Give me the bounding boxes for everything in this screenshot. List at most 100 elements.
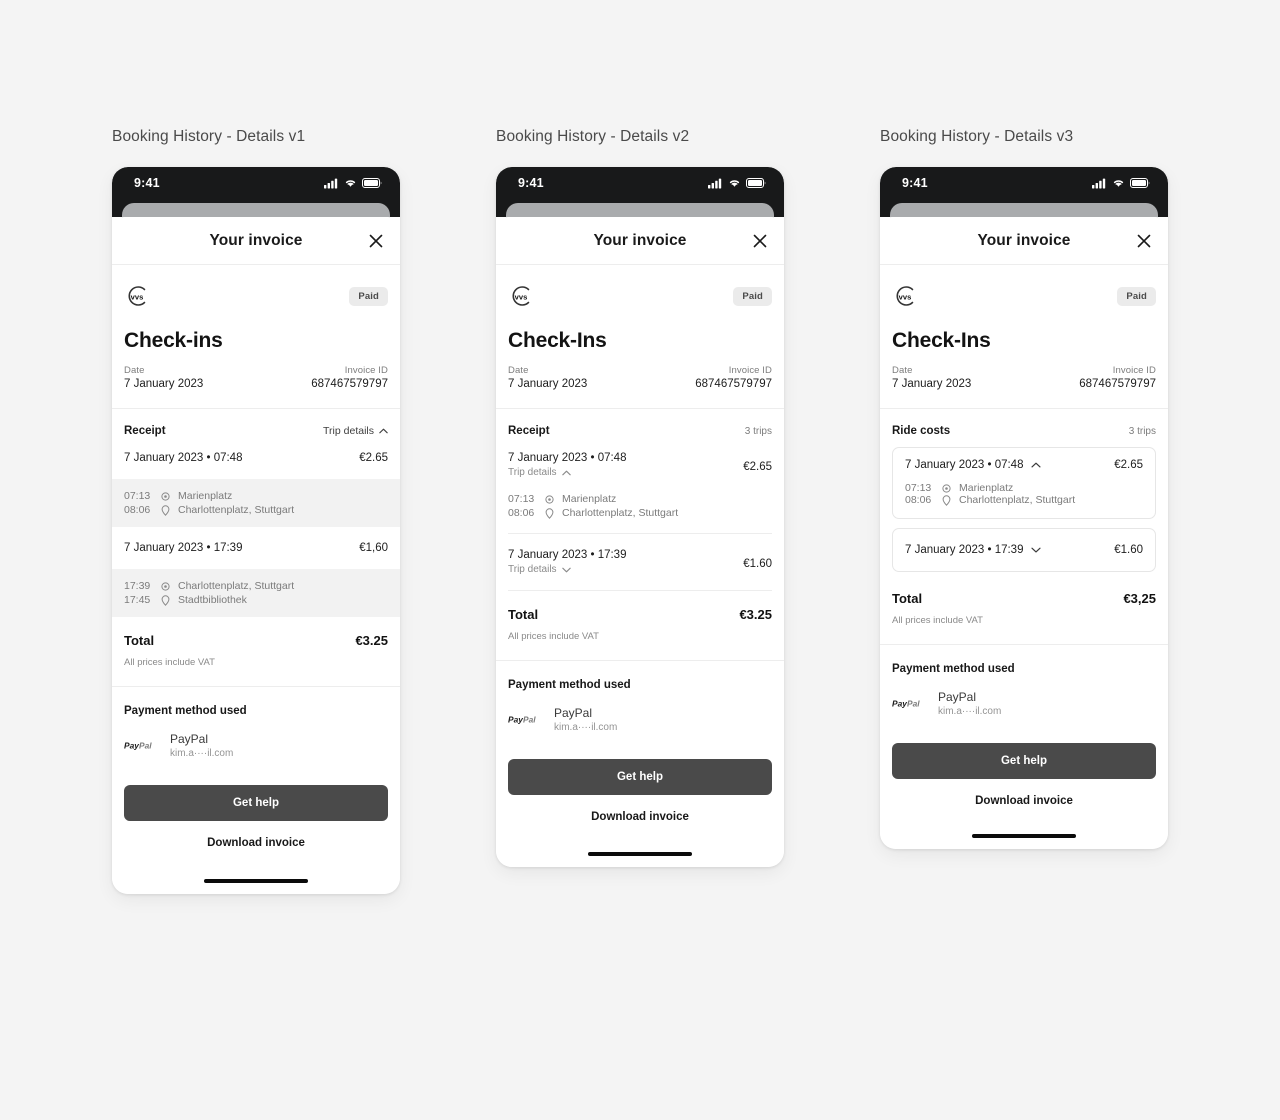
date-label: Date (508, 365, 529, 376)
sheet-header: Your invoice (112, 217, 400, 265)
leg-place: Stadtbibliothek (178, 594, 247, 606)
trip-date: 7 January 2023 • 07:48 (124, 452, 243, 464)
invoice-id-value: 687467579797 (1079, 378, 1156, 390)
invoice-id-value: 687467579797 (311, 378, 388, 390)
status-icons (708, 178, 766, 189)
cellular-signal-icon (708, 178, 722, 188)
close-icon[interactable] (1133, 230, 1155, 252)
total-value: €3.25 (739, 607, 772, 622)
phone-frame-v3: 9:41 Your invoice vvs Paid Check-Ins Dat… (880, 167, 1168, 849)
trip-row[interactable]: 7 January 2023 • 17:39 Trip details €1.6… (496, 534, 784, 590)
date-value: 7 January 2023 (892, 378, 972, 390)
payment-account: kim.a····il.com (170, 748, 234, 759)
screenshot-canvas: Booking History - Details v1 9:41 Your i… (0, 0, 1280, 1120)
payment-method-text: PayPal kim.a····il.com (938, 690, 1001, 717)
download-invoice-button[interactable]: Download invoice (591, 811, 689, 823)
trip-leg: 07:13 Marienplatz (124, 490, 388, 502)
sheet-title: Your invoice (593, 231, 687, 249)
status-time: 9:41 (134, 175, 160, 190)
invoice-id-label: Invoice ID (344, 365, 388, 376)
trip-details-label: Trip details (508, 467, 557, 478)
trip-card-left: 7 January 2023 • 07:48 (905, 459, 1042, 471)
trip-amount: €1.60 (1114, 544, 1143, 556)
get-help-button[interactable]: Get help (892, 743, 1156, 779)
leg-place: Marienplatz (562, 493, 617, 505)
svg-text:Pal: Pal (907, 699, 920, 709)
get-help-button[interactable]: Get help (124, 785, 388, 821)
leg-time: 08:06 (124, 504, 151, 516)
trip-leg: 08:06 Charlottenplatz, Stuttgart (508, 507, 772, 519)
vat-note: All prices include VAT (124, 657, 215, 668)
total-value: €3,25 (1123, 591, 1156, 606)
invoice-sheet: Your invoice vvs Paid (880, 217, 1168, 849)
trip-card-header[interactable]: 7 January 2023 • 07:48 €2.65 (905, 459, 1143, 471)
get-help-button[interactable]: Get help (508, 759, 772, 795)
close-icon[interactable] (749, 230, 771, 252)
invoice-id-label: Invoice ID (1112, 365, 1156, 376)
receipt-header: Receipt 3 trips (496, 409, 784, 437)
map-pin-icon (544, 507, 555, 519)
trip-card-left: 7 January 2023 • 17:39 (905, 544, 1042, 556)
mockup-v2: Booking History - Details v2 9:41 Your i… (496, 128, 784, 867)
page-title: Check-ins (124, 329, 223, 352)
leg-time: 07:13 (905, 482, 932, 494)
trip-card[interactable]: 7 January 2023 • 07:48 €2.65 07:13 Marie… (892, 447, 1156, 519)
trip-row[interactable]: 7 January 2023 • 07:48 €2.65 (112, 437, 400, 479)
download-invoice-button[interactable]: Download invoice (207, 837, 305, 849)
svg-text:vvs: vvs (515, 292, 528, 301)
trip-card-header[interactable]: 7 January 2023 • 17:39 €1.60 (905, 544, 1143, 556)
payment-heading: Payment method used (508, 679, 631, 691)
trip-row[interactable]: 7 January 2023 • 07:48 Trip details €2.6… (496, 437, 784, 493)
sheet-header: Your invoice (496, 217, 784, 265)
close-icon[interactable] (365, 230, 387, 252)
status-bar: 9:41 (496, 167, 784, 203)
map-pin-icon (941, 494, 952, 506)
chevron-down-icon[interactable] (1031, 547, 1042, 553)
leg-time: 07:13 (508, 493, 535, 505)
receipt-header: Receipt Trip details (112, 409, 400, 437)
invoice-sheet: Your invoice vvs Paid (496, 217, 784, 867)
date-label: Date (892, 365, 913, 376)
trip-count-label: 3 trips (744, 425, 772, 437)
trip-details-toggle[interactable]: Trip details (508, 467, 626, 478)
mockup-caption-v2: Booking History - Details v2 (496, 128, 690, 145)
payment-method-row[interactable]: Pay Pal PayPal kim.a····il.com (496, 691, 784, 733)
status-badge: Paid (349, 286, 388, 306)
trip-date: 7 January 2023 • 17:39 (124, 542, 243, 554)
payment-provider: PayPal (554, 706, 593, 720)
paypal-logo-icon: Pay Pal (124, 740, 158, 751)
brand-row: vvs Paid (880, 265, 1168, 309)
status-bar: 9:41 (112, 167, 400, 203)
date-label: Date (124, 365, 145, 376)
trip-main: 7 January 2023 • 17:39 Trip details (508, 549, 626, 575)
mockup-v3: Booking History - Details v3 9:41 Your i… (880, 128, 1168, 849)
chevron-up-icon (561, 470, 571, 475)
trip-legs: 07:13 Marienplatz 08:06 Charlottenplatz,… (496, 493, 784, 533)
svg-text:Pay: Pay (124, 741, 139, 751)
download-invoice-button[interactable]: Download invoice (975, 795, 1073, 807)
wifi-icon (1113, 180, 1124, 187)
payment-method-row[interactable]: Pay Pal PayPal kim.a····il.com (112, 717, 400, 759)
sheet-peek (880, 203, 1168, 227)
trip-amount: €2.65 (359, 452, 388, 464)
trip-details-toggle[interactable]: Trip details (323, 425, 388, 437)
status-icons (324, 178, 382, 189)
svg-text:vvs: vvs (131, 292, 144, 301)
chevron-up-icon[interactable] (1031, 462, 1042, 468)
payment-heading: Payment method used (124, 705, 247, 717)
payment-account: kim.a····il.com (554, 722, 618, 733)
invoice-id-label: Invoice ID (728, 365, 772, 376)
trip-row[interactable]: 7 January 2023 • 17:39 €1,60 (112, 527, 400, 569)
trip-leg: 08:06 Charlottenplatz, Stuttgart (905, 494, 1143, 506)
circle-dot-icon (941, 483, 952, 493)
sheet-peek (112, 203, 400, 227)
leg-time: 08:06 (508, 507, 535, 519)
brand-row: vvs Paid (112, 265, 400, 309)
trip-details-toggle[interactable]: Trip details (508, 564, 626, 575)
payment-method-row[interactable]: Pay Pal PayPal kim.a····il.com (880, 675, 1168, 717)
wifi-icon (345, 180, 356, 187)
trip-card[interactable]: 7 January 2023 • 17:39 €1.60 (892, 528, 1156, 572)
payment-method-text: PayPal kim.a····il.com (554, 706, 617, 733)
status-time: 9:41 (902, 175, 928, 190)
svg-text:vvs: vvs (899, 292, 912, 301)
